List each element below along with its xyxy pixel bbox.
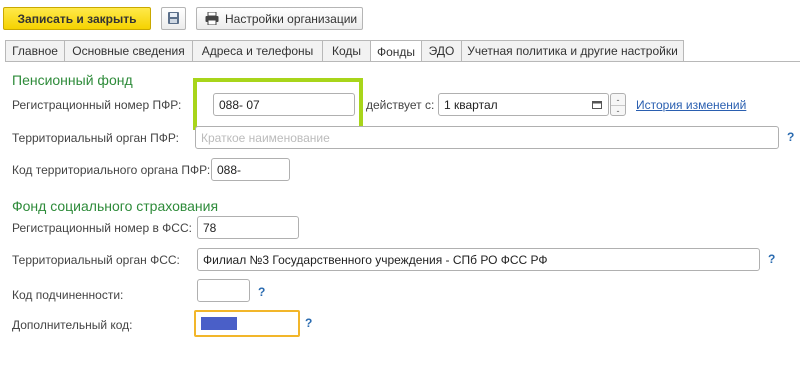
pfr-territorial-code-label: Код территориального органа ПФР:	[12, 163, 211, 177]
pfr-territorial-label: Территориальный орган ПФР:	[12, 131, 179, 145]
org-settings-label: Настройки организации	[225, 11, 358, 26]
redacted-value	[201, 317, 237, 330]
tab-addresses-phones[interactable]: Адреса и телефоны	[193, 40, 323, 61]
period-stepper[interactable]: - -	[610, 93, 626, 116]
tab-basic-info[interactable]: Основные сведения	[65, 40, 193, 61]
subordination-label: Код подчиненности:	[12, 288, 124, 302]
pfr-reg-number-input[interactable]: 088- 07	[213, 93, 355, 116]
valid-from-input[interactable]: 1 квартал	[438, 93, 609, 116]
help-icon[interactable]: ?	[768, 252, 775, 266]
pfr-section-title: Пенсионный фонд	[12, 72, 133, 88]
tab-codes[interactable]: Коды	[323, 40, 371, 61]
help-icon[interactable]: ?	[305, 316, 312, 330]
fss-section-title: Фонд социального страхования	[12, 198, 219, 214]
tab-funds[interactable]: Фонды	[371, 40, 422, 62]
save-and-close-button[interactable]: Записать и закрыть	[3, 7, 151, 30]
tab-main[interactable]: Главное	[5, 40, 65, 61]
save-button[interactable]	[161, 7, 186, 30]
stepper-down-icon[interactable]: -	[611, 106, 625, 116]
additional-code-label: Дополнительный код:	[12, 318, 133, 332]
printer-icon	[205, 12, 219, 25]
subordination-input[interactable]	[197, 279, 250, 302]
calendar-button[interactable]	[590, 96, 604, 112]
fss-reg-number-label: Регистрационный номер в ФСС:	[12, 221, 192, 235]
tab-accounting-policy[interactable]: Учетная политика и другие настройки	[462, 40, 684, 61]
valid-from-label: действует с:	[366, 98, 435, 112]
help-icon[interactable]: ?	[787, 130, 794, 144]
tab-bar: Главное Основные сведения Адреса и телеф…	[5, 40, 684, 62]
calendar-icon	[592, 100, 602, 109]
tab-divider	[5, 61, 800, 62]
history-link[interactable]: История изменений	[636, 98, 746, 112]
fss-reg-number-input[interactable]: 78	[197, 216, 299, 239]
tab-edo[interactable]: ЭДО	[422, 40, 462, 61]
additional-code-input[interactable]	[194, 310, 300, 337]
stepper-up-icon[interactable]: -	[611, 94, 625, 106]
org-settings-button[interactable]: Настройки организации	[196, 7, 363, 30]
help-icon[interactable]: ?	[258, 285, 265, 299]
pfr-territorial-code-input[interactable]: 088-	[211, 158, 290, 181]
save-icon	[168, 12, 179, 24]
pfr-territorial-input[interactable]: Краткое наименование	[195, 126, 779, 149]
fss-territorial-input[interactable]: Филиал №3 Государственного учреждения - …	[197, 248, 760, 271]
fss-territorial-label: Территориальный орган ФСС:	[12, 253, 180, 267]
pfr-reg-number-label: Регистрационный номер ПФР:	[12, 98, 182, 112]
